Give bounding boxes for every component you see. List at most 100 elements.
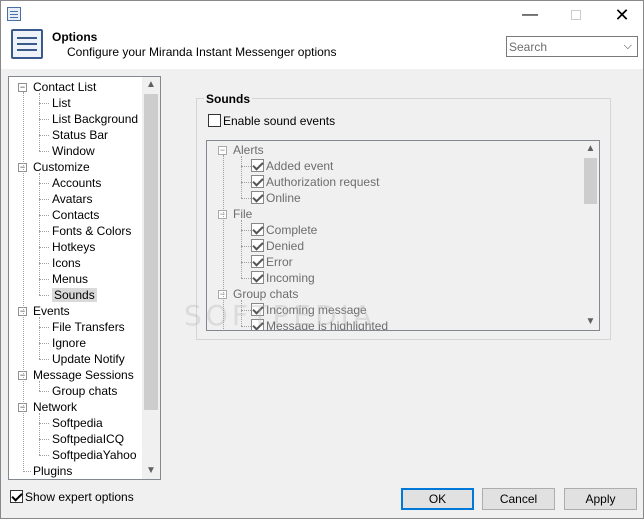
tree-item[interactable]: Hotkeys <box>52 239 95 255</box>
tree-item[interactable]: Sounds <box>52 287 97 303</box>
tree-connector <box>241 182 251 183</box>
minimize-button[interactable]: — <box>507 1 553 29</box>
cancel-button[interactable]: Cancel <box>482 488 555 510</box>
tree-connector <box>39 413 40 455</box>
tree-item[interactable]: Contact List <box>33 79 96 95</box>
tree-item-label: SoftpediaYahoo <box>52 448 137 462</box>
options-window: — ✕ Options Configure your Miranda Insta… <box>0 0 644 519</box>
tree-item-label: Window <box>52 144 95 158</box>
tree-connector <box>39 151 49 152</box>
event-checkbox[interactable] <box>251 255 264 268</box>
tree-connector <box>39 295 49 296</box>
tree-connector <box>39 215 49 216</box>
header: Options Configure your Miranda Instant M… <box>1 29 643 69</box>
page-subtitle: Configure your Miranda Instant Messenger… <box>67 45 337 59</box>
tree-connector <box>241 198 251 199</box>
tree-item[interactable]: File Transfers <box>52 319 125 335</box>
event-checkbox[interactable] <box>251 223 264 236</box>
event-group-label[interactable]: File <box>233 206 252 222</box>
event-label[interactable]: Complete <box>266 222 317 238</box>
page-title: Options <box>52 30 98 44</box>
event-label[interactable]: Error <box>266 254 293 270</box>
apply-button[interactable]: Apply <box>564 488 637 510</box>
sounds-group-title: Sounds <box>204 92 252 106</box>
event-checkbox[interactable] <box>251 239 264 252</box>
enable-sound-events-checkbox[interactable] <box>208 114 221 127</box>
tree-item-label: Fonts & Colors <box>52 224 132 238</box>
tree-item-label: Update Notify <box>52 352 125 366</box>
tree-item[interactable]: Customize <box>33 159 90 175</box>
show-expert-options-label[interactable]: Show expert options <box>25 490 134 504</box>
tree-item-label: Network <box>33 400 78 414</box>
tree-item-label: Contact List <box>33 80 97 94</box>
tree-item[interactable]: Avatars <box>52 191 92 207</box>
event-label[interactable]: Incoming <box>266 270 315 286</box>
event-checkbox[interactable] <box>251 159 264 172</box>
tree-connector <box>39 359 49 360</box>
tree-connector <box>39 231 49 232</box>
enable-sound-events-label[interactable]: Enable sound events <box>223 114 335 128</box>
tree-item[interactable]: Icons <box>52 255 81 271</box>
tree-scrollbar[interactable]: ▲ ▼ <box>142 77 160 479</box>
search-combo[interactable]: ⌵ <box>506 36 638 57</box>
tree-connector <box>39 327 49 328</box>
tree-connector <box>39 263 49 264</box>
events-scrollbar[interactable]: ▲ ▼ <box>582 141 599 330</box>
events-scroll-up-icon[interactable]: ▲ <box>582 141 599 157</box>
maximize-button[interactable] <box>553 1 599 29</box>
scroll-up-icon[interactable]: ▲ <box>142 77 160 93</box>
collapse-icon[interactable]: − <box>218 146 227 155</box>
event-label[interactable]: Authorization request <box>266 174 379 190</box>
tree-connector <box>241 246 251 247</box>
scroll-thumb[interactable] <box>144 94 158 410</box>
tree-item-label: Status Bar <box>52 128 109 142</box>
tree-item[interactable]: Softpedia <box>52 415 103 431</box>
chevron-down-icon[interactable]: ⌵ <box>624 40 632 53</box>
tree-item-label: Events <box>33 304 70 318</box>
tree-item[interactable]: List Background <box>52 111 138 127</box>
event-checkbox[interactable] <box>251 191 264 204</box>
tree-item-label: Accounts <box>52 176 102 190</box>
tree-item[interactable]: Window <box>52 143 95 159</box>
title-bar: — ✕ <box>1 1 643 29</box>
tree-item[interactable]: Status Bar <box>52 127 108 143</box>
tree-item[interactable]: SoftpediaICQ <box>52 431 124 447</box>
event-checkbox[interactable] <box>251 175 264 188</box>
tree-item[interactable]: Accounts <box>52 175 101 191</box>
options-tree[interactable]: ▲ ▼ Contact List − List List Background Stat… <box>8 76 161 480</box>
tree-item[interactable]: Plugins <box>33 463 72 479</box>
event-checkbox[interactable] <box>251 271 264 284</box>
event-label[interactable]: Added event <box>266 158 333 174</box>
tree-connector <box>39 343 49 344</box>
event-label[interactable]: Online <box>266 190 301 206</box>
tree-connector <box>23 471 31 472</box>
tree-item[interactable]: Fonts & Colors <box>52 223 131 239</box>
tree-item[interactable]: Update Notify <box>52 351 125 367</box>
show-expert-options-checkbox[interactable] <box>10 490 23 503</box>
scroll-down-icon[interactable]: ▼ <box>142 463 160 479</box>
tree-connector <box>39 183 49 184</box>
tree-item-label: Customize <box>33 160 90 174</box>
close-button[interactable]: ✕ <box>599 1 644 29</box>
search-input[interactable] <box>508 38 616 55</box>
tree-connector <box>241 262 251 263</box>
tree-item[interactable]: Group chats <box>52 383 117 399</box>
tree-item[interactable]: Message Sessions <box>33 367 134 383</box>
tree-item[interactable]: SoftpediaYahoo <box>52 447 137 463</box>
tree-item-label: Menus <box>52 272 89 286</box>
tree-item[interactable]: List <box>52 95 71 111</box>
tree-item[interactable]: Contacts <box>52 207 99 223</box>
events-scroll-thumb[interactable] <box>584 158 597 204</box>
tree-connector <box>39 199 49 200</box>
tree-item[interactable]: Menus <box>52 271 88 287</box>
tree-connector <box>39 317 40 359</box>
tree-item-label: File Transfers <box>52 320 125 334</box>
collapse-icon[interactable]: − <box>18 83 27 92</box>
tree-item-label: List Background <box>52 112 139 126</box>
ok-button[interactable]: OK <box>401 488 474 510</box>
watermark: SOFTPEDIA <box>184 299 377 332</box>
events-scroll-down-icon[interactable]: ▼ <box>582 314 599 330</box>
event-label[interactable]: Denied <box>266 238 304 254</box>
event-group-label[interactable]: Alerts <box>233 142 264 158</box>
tree-item[interactable]: Ignore <box>52 335 86 351</box>
